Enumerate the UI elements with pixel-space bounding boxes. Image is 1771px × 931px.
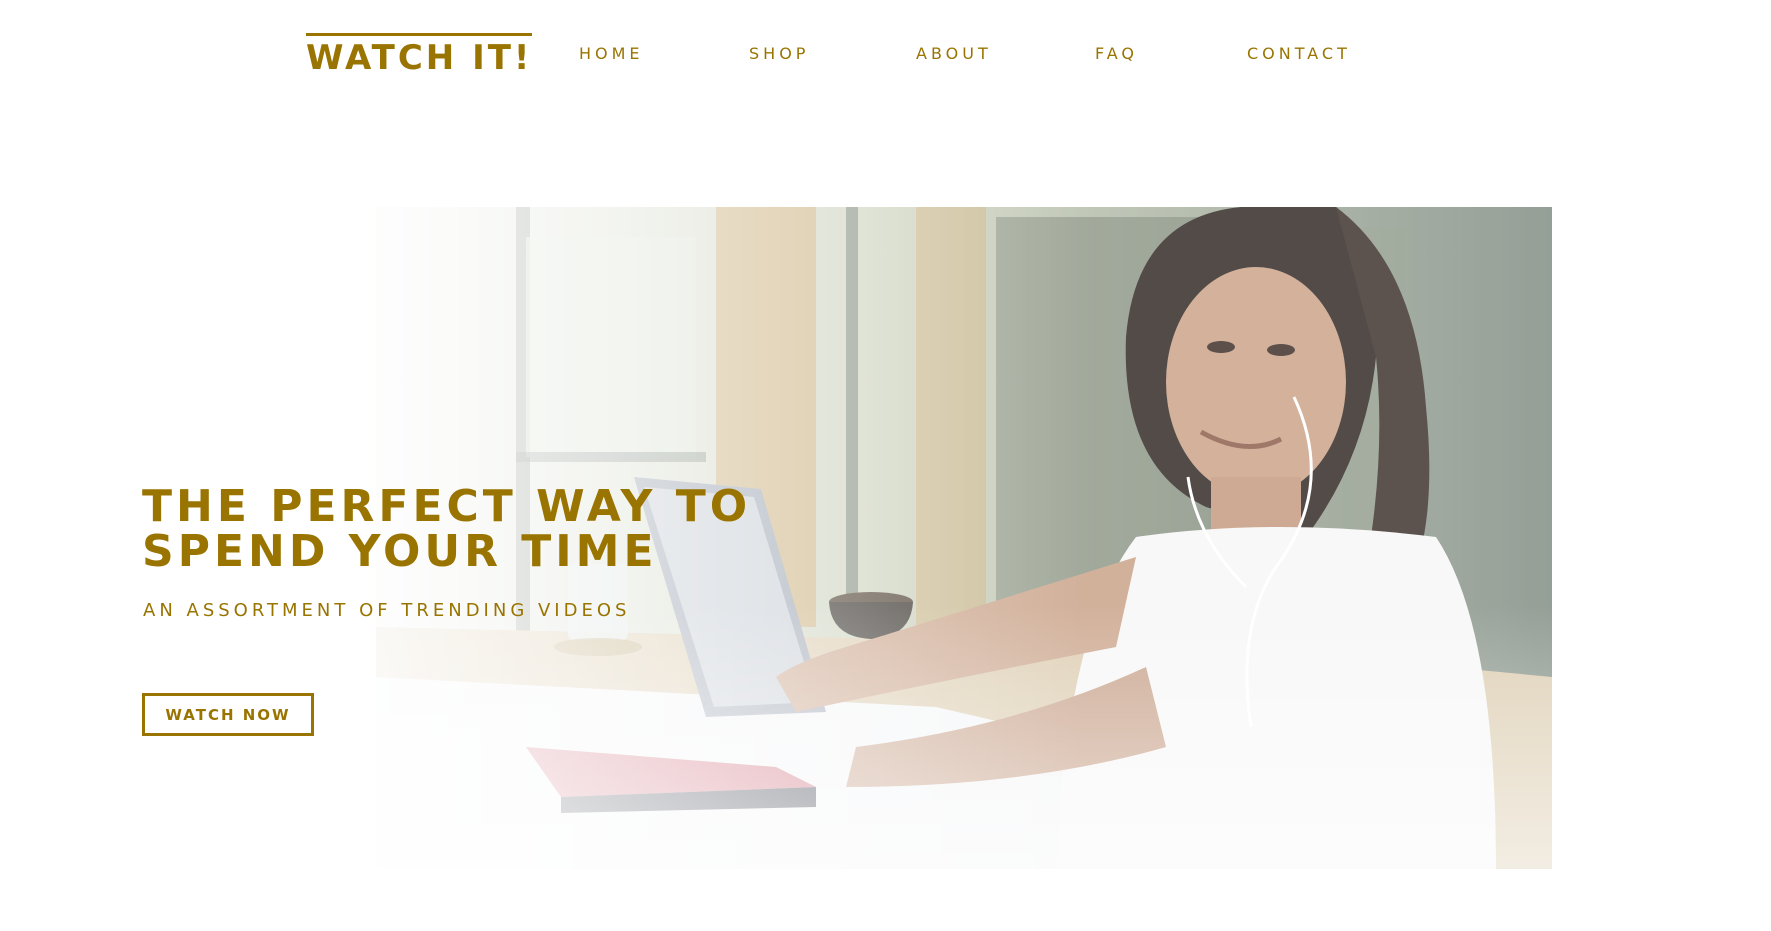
- nav-item-shop[interactable]: SHOP: [749, 44, 809, 63]
- hero-title: THE PERFECT WAY TO SPEND YOUR TIME: [142, 481, 752, 577]
- page: WATCH IT! HOME SHOP ABOUT FAQ CONTACT TH…: [0, 0, 1771, 931]
- nav-item-about[interactable]: ABOUT: [916, 44, 992, 63]
- hero-subtitle: AN ASSORTMENT OF TRENDING VIDEOS: [143, 600, 631, 621]
- watch-now-button[interactable]: WATCH NOW: [142, 693, 314, 736]
- nav-item-home[interactable]: HOME: [579, 44, 644, 63]
- main-nav: HOME SHOP ABOUT FAQ CONTACT: [0, 44, 1771, 64]
- nav-item-faq[interactable]: FAQ: [1095, 44, 1138, 63]
- nav-item-contact[interactable]: CONTACT: [1247, 44, 1351, 63]
